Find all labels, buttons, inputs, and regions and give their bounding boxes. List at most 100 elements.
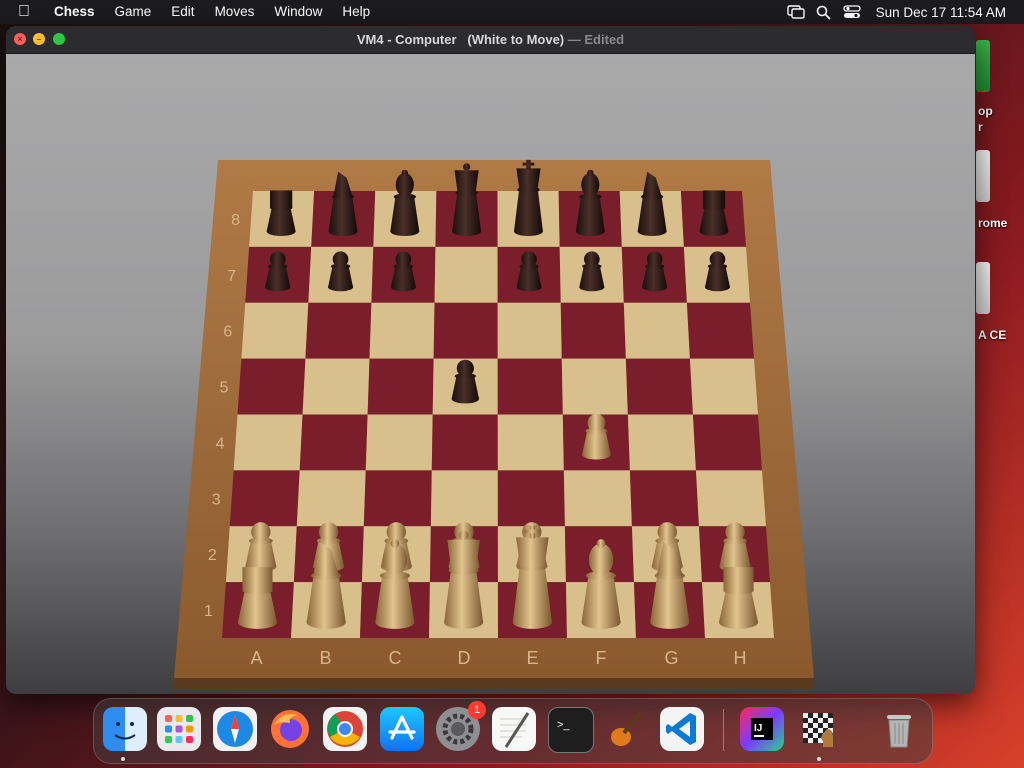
desktop-label: rome: [978, 216, 1008, 230]
firefox-icon[interactable]: [268, 707, 312, 751]
dock-separator: [723, 709, 724, 751]
chess-icon-tile: [823, 713, 828, 718]
chess-icon-tile: [808, 718, 813, 723]
board-square-c5[interactable]: [367, 358, 434, 415]
rank-label: 8: [231, 212, 240, 229]
launchpad-icon[interactable]: [157, 707, 201, 751]
app-store-icon[interactable]: [380, 707, 424, 751]
board-square-g3[interactable]: [629, 470, 699, 527]
chess-icon-tile: [813, 733, 818, 738]
window-edited-status: Edited: [584, 32, 625, 47]
rank-label: 4: [216, 435, 225, 452]
finder-icon[interactable]: [103, 707, 147, 751]
rank-label: 5: [219, 380, 228, 397]
rank-label: 6: [223, 324, 232, 341]
board-square-d3[interactable]: [430, 470, 498, 527]
board-square-h6[interactable]: [686, 302, 754, 359]
menu-bar:  Chess Game Edit Moves Window Help Sun …: [0, 0, 1024, 24]
trash-icon[interactable]: [877, 707, 921, 751]
apple-menu-icon[interactable]: : [0, 0, 44, 24]
terminal-icon[interactable]: >_: [548, 707, 594, 753]
board-square-a5[interactable]: [237, 358, 306, 415]
file-label: E: [527, 648, 539, 668]
chess-icon-tile: [828, 723, 833, 728]
board-square-g4[interactable]: [627, 414, 696, 471]
board-square-h3[interactable]: [695, 470, 766, 527]
board-view[interactable]: 8 7 6 5 4 3 2 1 A B C D E F G H: [6, 54, 975, 694]
menu-game[interactable]: Game: [105, 0, 162, 24]
board-square-e4[interactable]: [497, 414, 564, 471]
chess-icon-tile: [808, 723, 813, 728]
white-rook-a1[interactable]: [237, 567, 277, 629]
file-label: A: [251, 648, 263, 668]
black-king-e8[interactable]: [514, 159, 543, 237]
board-square-e6[interactable]: [497, 302, 562, 359]
board-square-e5[interactable]: [497, 358, 563, 415]
board-square-g5[interactable]: [625, 358, 693, 415]
board-square-b3[interactable]: [296, 470, 366, 527]
menu-window[interactable]: Window: [264, 0, 332, 24]
intellij-idea-icon[interactable]: IJ: [740, 707, 784, 751]
board-square-h4[interactable]: [692, 414, 762, 471]
chess-icon-tile: [823, 718, 828, 723]
board-square-a4[interactable]: [233, 414, 303, 471]
chess-icon-tile: [813, 728, 818, 733]
chrome-icon[interactable]: [323, 707, 367, 751]
chess-window: × – VM4 - Computer (White to Move) — Edi…: [6, 26, 975, 694]
notification-badge: 1: [468, 701, 486, 719]
control-center-icon[interactable]: [838, 5, 866, 19]
board-square-a6[interactable]: [241, 302, 309, 359]
board-square-c3[interactable]: [363, 470, 432, 527]
white-king-e1[interactable]: [512, 525, 552, 629]
board-square-b5[interactable]: [302, 358, 370, 415]
svg-text:>_: >_: [557, 719, 570, 731]
desktop-label: A CE: [978, 328, 1007, 342]
window-titlebar[interactable]: × – VM4 - Computer (White to Move) — Edi…: [6, 26, 975, 54]
board-square-b4[interactable]: [299, 414, 368, 471]
black-rook-h8[interactable]: [699, 190, 729, 237]
desktop-app-icon[interactable]: [976, 40, 990, 92]
board-square-d7[interactable]: [434, 246, 498, 303]
white-queen-d1[interactable]: [444, 530, 484, 629]
chess-app-icon[interactable]: [797, 707, 841, 751]
board-square-c6[interactable]: [369, 302, 435, 359]
textedit-icon[interactable]: [492, 707, 536, 751]
board-square-c4[interactable]: [365, 414, 433, 471]
screen-mirroring-icon[interactable]: [782, 5, 810, 19]
chess-icon-tile: [818, 713, 823, 718]
board-square-a3[interactable]: [229, 470, 300, 527]
vscode-icon[interactable]: [660, 707, 704, 751]
chess-icon-tile: [808, 713, 813, 718]
menu-help[interactable]: Help: [332, 0, 380, 24]
menu-edit[interactable]: Edit: [161, 0, 204, 24]
menu-clock[interactable]: Sun Dec 17 11:54 AM: [866, 5, 1024, 20]
menu-moves[interactable]: Moves: [205, 0, 265, 24]
board-square-b6[interactable]: [305, 302, 372, 359]
board-square-h5[interactable]: [689, 358, 758, 415]
file-label: G: [665, 648, 679, 668]
desktop-app-icon[interactable]: [976, 262, 990, 314]
black-queen-d8[interactable]: [452, 163, 482, 237]
board-square-e3[interactable]: [497, 470, 565, 527]
chess-icon-tile: [803, 738, 808, 743]
black-rook-a8[interactable]: [266, 190, 296, 237]
garageband-icon[interactable]: [604, 707, 648, 751]
safari-icon[interactable]: [213, 707, 257, 751]
spotlight-search-icon[interactable]: [810, 5, 838, 20]
board-square-f6[interactable]: [560, 302, 626, 359]
system-settings-icon[interactable]: 1: [436, 701, 486, 751]
app-menu-chess[interactable]: Chess: [44, 0, 105, 24]
chess-board-3d[interactable]: 8 7 6 5 4 3 2 1 A B C D E F G H: [6, 54, 975, 694]
board-square-f5[interactable]: [561, 358, 628, 415]
board-square-g6[interactable]: [623, 302, 690, 359]
file-label: D: [458, 648, 471, 668]
board-square-d6[interactable]: [433, 302, 498, 359]
desktop-app-icon[interactable]: [976, 150, 990, 202]
running-indicator: [817, 757, 821, 761]
board-square-f3[interactable]: [563, 470, 632, 527]
window-title-text: VM4 - Computer (White to Move): [356, 32, 565, 47]
white-rook-h1[interactable]: [718, 567, 759, 629]
chess-icon-tile: [818, 723, 823, 728]
rank-label: 3: [212, 491, 221, 508]
board-square-d4[interactable]: [431, 414, 498, 471]
